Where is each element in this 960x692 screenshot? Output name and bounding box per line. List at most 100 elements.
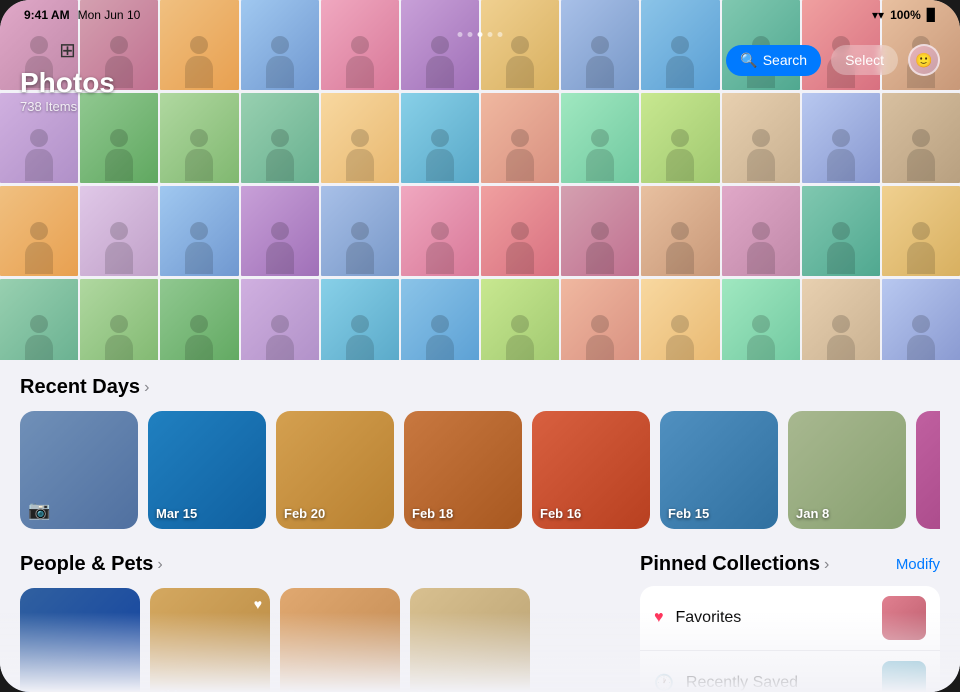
- photo-cell[interactable]: [561, 279, 639, 369]
- photo-cell[interactable]: [321, 186, 399, 276]
- photo-cell[interactable]: [241, 186, 319, 276]
- photo-cell[interactable]: [882, 279, 960, 369]
- status-time: 9:41 AM: [24, 8, 70, 22]
- grid-view-button[interactable]: ⊞: [20, 38, 115, 63]
- pinned-list-item[interactable]: ♥ Favorites: [640, 586, 940, 651]
- day-date-label: Mar 15: [156, 506, 197, 521]
- day-thumb[interactable]: Feb 20: [276, 411, 394, 529]
- photo-cell[interactable]: [802, 279, 880, 369]
- status-bar: 9:41 AM Mon Jun 10 ▾▾ 100% ▉: [0, 0, 960, 26]
- recent-days-header: Recent Days ›: [20, 376, 940, 399]
- day-date-label: Feb 15: [668, 506, 709, 521]
- recent-days-chevron: ›: [144, 379, 149, 397]
- people-pets-section: People & Pets › ♥ Chloe Dan Toby: [20, 553, 624, 692]
- people-row: ♥ Chloe Dan Toby: [20, 588, 624, 692]
- photo-cell[interactable]: [160, 186, 238, 276]
- search-icon: 🔍: [740, 52, 757, 69]
- pinned-item-label: Favorites: [676, 609, 883, 627]
- pinned-collections-title-row[interactable]: Pinned Collections ›: [640, 553, 829, 576]
- photo-cell[interactable]: [722, 279, 800, 369]
- search-label: Search: [763, 52, 807, 68]
- day-date-label: Feb 16: [540, 506, 581, 521]
- pinned-list: ♥ Favorites 🕐 Recently Saved: [640, 586, 940, 692]
- people-thumb[interactable]: Toby: [410, 588, 530, 692]
- photo-cell[interactable]: [241, 279, 319, 369]
- people-thumb[interactable]: ♥ Chloe: [150, 588, 270, 692]
- photo-cell[interactable]: [80, 186, 158, 276]
- day-thumb-bg: [916, 411, 940, 529]
- pinned-item-thumbnail: [882, 596, 926, 640]
- people-thumb-bg: [150, 588, 270, 692]
- dot-4: [488, 32, 493, 37]
- photo-cell[interactable]: [641, 279, 719, 369]
- photo-cell[interactable]: [481, 279, 559, 369]
- dot-2: [468, 32, 473, 37]
- people-pets-title: People & Pets: [20, 553, 153, 576]
- dot-5: [498, 32, 503, 37]
- select-label: Select: [845, 52, 884, 68]
- avatar[interactable]: 🙂: [908, 44, 940, 76]
- page-title: Photos: [20, 67, 115, 99]
- scroll-content[interactable]: Recent Days › 📷 Mar 15 Feb 20Feb 18 Feb 16 F…: [0, 360, 960, 692]
- battery-icon: ▉: [927, 8, 936, 22]
- header-left: ⊞ Photos 738 Items: [20, 38, 115, 114]
- sections-area: Recent Days › 📷 Mar 15 Feb 20Feb 18 Feb 16 F…: [0, 360, 960, 692]
- dots-indicator: [458, 32, 503, 37]
- photo-count: 738 Items: [20, 99, 115, 114]
- photo-cell[interactable]: [641, 186, 719, 276]
- dot-3: [478, 32, 483, 37]
- people-name-label: Dan: [288, 688, 311, 692]
- header-right: 🔍 Search Select 🙂: [726, 44, 940, 76]
- day-thumb[interactable]: [916, 411, 940, 529]
- people-pets-header: People & Pets ›: [20, 553, 624, 576]
- pinned-collections-title: Pinned Collections: [640, 553, 820, 576]
- pinned-list-item[interactable]: 🕐 Recently Saved: [640, 651, 940, 692]
- pinned-collections-chevron: ›: [824, 556, 829, 574]
- photo-cell[interactable]: [401, 186, 479, 276]
- recent-days-title: Recent Days: [20, 376, 140, 399]
- photo-cell[interactable]: [882, 186, 960, 276]
- pinned-item-thumbnail: [882, 661, 926, 692]
- people-thumb[interactable]: Dan: [280, 588, 400, 692]
- people-name-label: Toby: [418, 688, 446, 692]
- photo-cell[interactable]: [80, 279, 158, 369]
- photo-cell[interactable]: [0, 186, 78, 276]
- day-thumb[interactable]: Feb 18: [404, 411, 522, 529]
- day-camera-icon: 📷: [28, 500, 50, 521]
- select-button[interactable]: Select: [831, 45, 898, 75]
- recent-clock-icon: 🕐: [654, 673, 674, 692]
- modify-button[interactable]: Modify: [896, 556, 940, 573]
- people-pets-title-row[interactable]: People & Pets ›: [20, 553, 163, 576]
- recent-days-title-row[interactable]: Recent Days ›: [20, 376, 149, 399]
- day-thumb[interactable]: Feb 15: [660, 411, 778, 529]
- search-button[interactable]: 🔍 Search: [726, 45, 821, 76]
- people-name-label: Chloe: [158, 688, 191, 692]
- pinned-item-label: Recently Saved: [686, 674, 882, 692]
- status-right-icons: ▾▾ 100% ▉: [872, 8, 936, 22]
- grid-icon: ⊞: [59, 40, 76, 62]
- photo-cell[interactable]: [722, 186, 800, 276]
- people-thumb-bg: [20, 588, 140, 692]
- photo-cell[interactable]: [802, 186, 880, 276]
- pinned-collections-section: Pinned Collections › Modify ♥ Favorites 🕐 R…: [640, 553, 940, 692]
- avatar-image: 🙂: [915, 52, 932, 69]
- photo-cell[interactable]: [401, 279, 479, 369]
- heart-icon: ♥: [254, 596, 262, 612]
- wifi-icon: ▾▾: [872, 8, 884, 22]
- people-thumb[interactable]: [20, 588, 140, 692]
- people-thumb-bg: [410, 588, 530, 692]
- day-thumb[interactable]: Mar 15: [148, 411, 266, 529]
- photo-cell[interactable]: [321, 279, 399, 369]
- day-thumb[interactable]: Feb 16: [532, 411, 650, 529]
- photo-cell[interactable]: [561, 186, 639, 276]
- photo-cell[interactable]: [481, 186, 559, 276]
- day-thumb[interactable]: 📷: [20, 411, 138, 529]
- photo-cell[interactable]: [160, 279, 238, 369]
- day-thumb[interactable]: Jan 8: [788, 411, 906, 529]
- favorites-heart-icon: ♥: [654, 609, 664, 627]
- pinned-collections-header: Pinned Collections › Modify: [640, 553, 940, 576]
- dot-1: [458, 32, 463, 37]
- photo-cell[interactable]: [0, 279, 78, 369]
- recent-days-row[interactable]: 📷 Mar 15 Feb 20Feb 18 Feb 16 Feb 15 Jan 8: [20, 411, 940, 533]
- day-date-label: Jan 8: [796, 506, 829, 521]
